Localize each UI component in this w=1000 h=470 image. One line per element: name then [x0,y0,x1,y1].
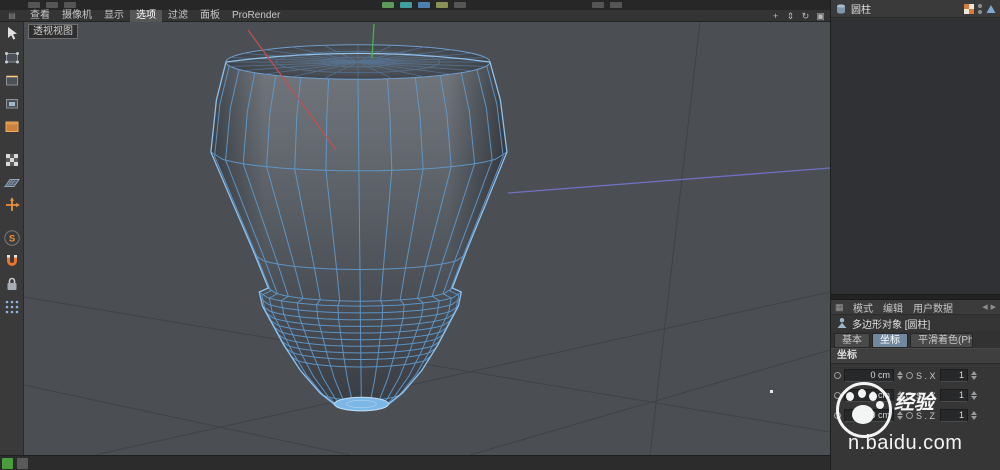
menu-item-options[interactable]: 选项 [130,10,162,22]
cylinder-object-icon [835,3,847,15]
toolbar-icon[interactable] [592,2,604,8]
mouse-cursor-dot [770,390,773,393]
toolbar-icon[interactable] [46,2,58,8]
history-nav: ◀ ▶ [982,303,996,311]
toolbar-separator [0,219,23,224]
lock-icon[interactable] [3,275,21,293]
viewport-canvas[interactable] [24,22,830,455]
application-window: ▤ 查看 摄像机 显示 选项 过滤 面板 ProRender + ⇕ ↻ ▣ [0,0,1000,470]
back-icon[interactable]: ◀ [982,303,987,311]
menu-item-display[interactable]: 显示 [98,10,130,22]
workplane-mode-icon[interactable] [3,173,21,191]
tab-basic[interactable]: 基本 [834,333,870,348]
top-cap-wireframe [226,45,490,79]
cylinder-object-mesh[interactable] [211,45,507,411]
forward-icon[interactable]: ▶ [991,303,996,311]
baidu-paw-logo-icon [836,382,892,438]
polygons-mode-icon[interactable] [3,94,21,112]
tab-coordinates[interactable]: 坐标 [872,333,908,348]
toolbar-icon[interactable] [418,2,430,8]
points-mode-icon[interactable] [3,48,21,66]
toolbar-icon[interactable] [28,2,40,8]
toolbar-icon[interactable] [610,2,622,8]
menu-item-edit[interactable]: 编辑 [879,300,907,315]
keyframe-tool-icon[interactable] [17,458,28,469]
polygon-object-icon [836,317,848,329]
watermark-script-text: 经验 [894,386,934,415]
watermark: 经验 n.baidu.com [828,374,1000,470]
visibility-dots[interactable] [978,4,982,14]
menu-item-view[interactable]: 查看 [24,10,56,22]
pan-view-icon[interactable]: + [770,10,781,22]
toolbar-icon[interactable] [400,2,412,8]
toolbar-icon[interactable] [382,2,394,8]
coordinates-section-header[interactable]: 坐标 [831,348,1000,364]
object-title: 多边形对象 [圆柱] [852,316,930,331]
tab-phong[interactable]: 平滑着色(Phong) [910,333,973,348]
menu-item-filter[interactable]: 过滤 [162,10,194,22]
object-row-cylinder[interactable]: 圆柱 [831,0,1000,17]
solo-mode-icon[interactable]: S [3,229,21,247]
texture-tag-icon[interactable] [964,4,974,14]
attribute-menu-bar: ▦ 模式 编辑 用户数据 ◀ ▶ [831,300,1000,314]
snap-magnet-icon[interactable] [3,252,21,270]
menu-item-user-data[interactable]: 用户数据 [909,300,957,315]
mode-toolbar: S [0,22,24,455]
menu-item-camera[interactable]: 摄像机 [56,10,98,22]
animation-toolbar-partial [0,455,830,470]
rotate-view-icon[interactable]: ↻ [800,10,811,22]
viewport-controls: + ⇕ ↻ ▣ [770,10,830,22]
attribute-tabs: 基本 坐标 平滑着色(Phong) [831,331,1000,348]
object-manager: 圆柱 [831,0,1000,294]
viewport-menu-bar: ▤ 查看 摄像机 显示 选项 过滤 面板 ProRender + ⇕ ↻ ▣ [0,10,830,22]
perspective-viewport[interactable]: 透视视图 [24,22,830,455]
record-icon[interactable] [2,458,13,469]
maximize-view-icon[interactable]: ▣ [815,10,826,22]
zoom-view-icon[interactable]: ⇕ [785,10,796,22]
texture-mode-icon[interactable] [3,150,21,168]
toolbar-separator [0,140,23,145]
live-selection-tool-icon[interactable] [3,25,21,43]
toolbar-icon[interactable] [436,2,448,8]
enable-axis-icon[interactable] [3,196,21,214]
watermark-domain-text: n.baidu.com [848,432,962,455]
view-label-perspective[interactable]: 透视视图 [28,24,78,39]
menu-item-prorender[interactable]: ProRender [226,10,286,22]
axis-z-line [508,168,830,193]
object-name[interactable]: 圆柱 [851,1,871,16]
toolbar-icon[interactable] [454,2,466,8]
toolbar-icon[interactable] [64,2,76,8]
object-list-empty-area[interactable] [831,17,1000,294]
polygon-tag-icon[interactable] [986,4,996,14]
menu-item-mode[interactable]: 模式 [849,300,877,315]
solo-glyph: S [8,233,14,244]
menu-item-panel[interactable]: 面板 [194,10,226,22]
bottom-cap-selected[interactable] [334,397,388,410]
snap-grid-icon[interactable] [3,298,21,316]
attribute-object-header: 多边形对象 [圆柱] [831,314,1000,331]
attribute-mode-icon[interactable]: ▦ [835,302,847,313]
model-mode-icon[interactable] [3,117,21,135]
edges-mode-icon[interactable] [3,71,21,89]
layout-icon[interactable]: ▤ [0,11,24,20]
